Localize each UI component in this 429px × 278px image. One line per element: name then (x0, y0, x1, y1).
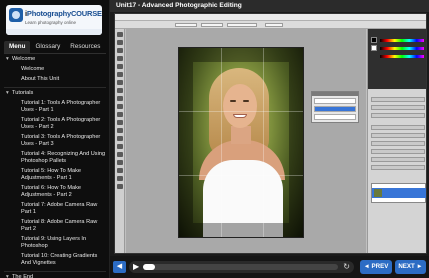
menu-item[interactable]: Tutorial 5: How To Make Adjustments - Pa… (4, 168, 106, 182)
photoshop-toolbox (115, 29, 125, 253)
course-player: iPhotographyCOURSE.com Learn photography… (0, 0, 429, 278)
sidebar: iPhotographyCOURSE.com Learn photography… (0, 0, 110, 278)
logo-brand: iPhotographyCOURSE.com (25, 9, 102, 18)
player-controls: ◀ ▶ ↻ ◄ PREV NEXT ► (110, 256, 429, 278)
course-menu: Welcome Welcome About This Unit Tutorials Tu… (4, 54, 106, 278)
menu-item[interactable]: Welcome (4, 66, 106, 73)
video-viewer[interactable] (114, 13, 427, 254)
prev-button[interactable]: ◄ PREV (360, 260, 392, 274)
menu-item[interactable]: Tutorial 10: Creating Gradients And Vign… (4, 253, 106, 267)
menu-item[interactable]: Tutorial 8: Adobe Camera Raw Part 2 (4, 219, 106, 233)
logo-bar (6, 29, 102, 35)
tab-resources[interactable]: Resources (65, 41, 105, 53)
logo-brand-main: Photography (26, 9, 71, 18)
menu-item[interactable]: Tutorial 6: How To Make Adjustments - Pa… (4, 185, 106, 199)
course-logo[interactable]: iPhotographyCOURSE.com Learn photography… (6, 5, 102, 35)
menu-item[interactable]: Tutorial 9: Using Layers In Photoshop (4, 236, 106, 250)
menu-section[interactable]: Tutorials (4, 90, 106, 97)
menu-item[interactable]: Tutorial 1: Tools A Photographer Uses - … (4, 100, 106, 114)
menu-item[interactable]: Tutorial 7: Adobe Camera Raw Part 1 (4, 202, 106, 216)
menu-section[interactable]: Welcome (4, 56, 106, 63)
speaker-icon[interactable]: ◀ (113, 261, 126, 273)
photoshop-panels (367, 29, 426, 253)
photoshop-options-bar (115, 21, 426, 29)
progress-bar: ▶ ↻ (129, 261, 354, 273)
play-icon[interactable]: ▶ (133, 262, 139, 272)
menu-divider (4, 87, 106, 88)
title-bar: Unit17 - Advanced Photographic Editing (110, 0, 429, 12)
menu-section[interactable]: The End (4, 274, 106, 278)
menu-item[interactable]: Tutorial 3: Tools A Photographer Uses - … (4, 134, 106, 148)
progress-fill (143, 264, 155, 270)
logo-tagline: Learn photography online (25, 20, 77, 25)
menu-divider (4, 271, 106, 272)
camera-icon (9, 8, 23, 22)
page-title: Unit17 - Advanced Photographic Editing (116, 2, 242, 9)
logo-brand-suffix: COURSE.com (70, 9, 102, 18)
replay-icon[interactable]: ↻ (343, 262, 350, 272)
menu-item[interactable]: Tutorial 4: Recognizing And Using Photos… (4, 151, 106, 165)
menu-item[interactable]: Tutorial 2: Tools A Photographer Uses - … (4, 117, 106, 131)
main-panel: Unit17 - Advanced Photographic Editing ◀… (110, 0, 429, 278)
portrait-photo (178, 47, 304, 238)
next-button[interactable]: NEXT ► (395, 260, 426, 274)
sidebar-tabs: Menu Glossary Resources (4, 41, 106, 53)
progress-track[interactable] (143, 264, 338, 270)
menu-item[interactable]: About This Unit (4, 76, 106, 83)
tab-menu[interactable]: Menu (4, 41, 31, 53)
photoshop-dialog (311, 91, 359, 123)
tab-glossary[interactable]: Glossary (30, 41, 65, 53)
photoshop-menubar (115, 14, 426, 21)
